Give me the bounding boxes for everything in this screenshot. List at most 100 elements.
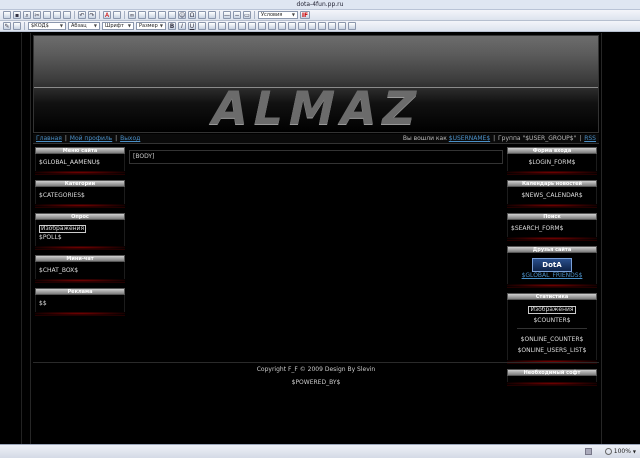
block-body: $LOGIN_FORM$ bbox=[507, 154, 597, 171]
block-title: Меню сайта bbox=[35, 147, 125, 154]
align-justify-icon[interactable] bbox=[298, 22, 306, 30]
separator: | bbox=[113, 135, 120, 142]
unordered-list-icon[interactable] bbox=[238, 22, 246, 30]
hide-icon[interactable] bbox=[328, 22, 336, 30]
chevron-down-icon: ▼ bbox=[632, 449, 636, 454]
nav-profile-link[interactable]: Мой профиль bbox=[70, 135, 112, 142]
font-select-label: Шрифт bbox=[105, 23, 124, 29]
chevron-down-icon: ▼ bbox=[93, 23, 97, 28]
link-icon[interactable]: ∞ bbox=[128, 11, 136, 19]
toolbar-separator bbox=[254, 11, 255, 19]
quote-icon[interactable] bbox=[308, 22, 316, 30]
friends-link[interactable]: $GLOBAL_FRIENDS$ bbox=[522, 272, 583, 279]
paragraph-select[interactable]: Абзац ▼ bbox=[68, 22, 100, 30]
main-content[interactable]: [BODY] bbox=[129, 150, 503, 164]
special-char-icon[interactable]: Ω bbox=[188, 11, 196, 19]
footer-divider bbox=[33, 362, 599, 363]
smiley-icon[interactable]: ☺ bbox=[178, 11, 186, 19]
italic-button[interactable]: I bbox=[178, 22, 186, 30]
condition-select[interactable]: Условия ▼ bbox=[258, 11, 298, 19]
dota-banner[interactable]: DotA bbox=[532, 258, 572, 272]
edit-icon[interactable] bbox=[198, 11, 206, 19]
zoom-icon[interactable]: ⌕ bbox=[23, 11, 31, 19]
chevron-down-icon: ▼ bbox=[59, 23, 63, 28]
indent-icon[interactable] bbox=[258, 22, 266, 30]
group-value: "$USER_GROUP$" bbox=[522, 135, 577, 142]
size-select[interactable]: Размер ▼ bbox=[136, 22, 166, 30]
ordered-list-icon[interactable] bbox=[228, 22, 236, 30]
cut-icon[interactable]: ✂ bbox=[33, 11, 41, 19]
nav-logout-link[interactable]: Выход bbox=[120, 135, 140, 142]
toolbar-separator bbox=[99, 11, 100, 19]
print-icon[interactable] bbox=[63, 11, 71, 19]
eraser-icon[interactable] bbox=[113, 11, 121, 19]
flash-icon[interactable] bbox=[158, 11, 166, 19]
block-categories: Категории $CATEGORIES$ bbox=[35, 180, 125, 208]
user-info: Вы вошли как $USERNAME$ | Группа "$USER_… bbox=[403, 134, 596, 144]
site-logo: ALMAZ bbox=[206, 81, 428, 133]
status-bar: 100% ▼ bbox=[0, 444, 640, 458]
block-title: Статистика bbox=[507, 293, 597, 300]
poll-var: $POLL$ bbox=[39, 234, 62, 241]
code-icon[interactable] bbox=[318, 22, 326, 30]
footer-copyright: Copyright F_F © 2009 Design By Slevin bbox=[256, 366, 376, 373]
spoiler-icon[interactable] bbox=[338, 22, 346, 30]
save-icon[interactable]: ▪ bbox=[13, 11, 21, 19]
bold-button[interactable]: B bbox=[168, 22, 176, 30]
redo-icon[interactable]: ↷ bbox=[88, 11, 96, 19]
username-link[interactable]: $USERNAME$ bbox=[449, 135, 490, 142]
rss-link[interactable]: RSS bbox=[584, 135, 596, 142]
block-ads: Реклама $$ bbox=[35, 288, 125, 316]
chevron-down-icon: ▼ bbox=[291, 12, 295, 17]
unlink-icon[interactable] bbox=[138, 11, 146, 19]
toolbar-formatting-1: ▪ ⌕ ✂ ↶ ↷ A ∞ ☺ Ω — − ▭ Условия ▼ IF bbox=[0, 10, 640, 21]
subscript-icon[interactable] bbox=[208, 22, 216, 30]
text-color-icon[interactable]: A bbox=[103, 11, 111, 19]
block-news-calendar: Календарь новостей $NEWS_CALENDAR$ bbox=[507, 180, 597, 208]
block-body: $GLOBAL_AAMENU$ bbox=[35, 154, 125, 171]
zoom-control[interactable]: 100% ▼ bbox=[604, 448, 636, 455]
chevron-down-icon: ▼ bbox=[159, 23, 163, 28]
block-body: $NEWS_CALENDAR$ bbox=[507, 187, 597, 204]
underline-button[interactable]: U bbox=[188, 22, 196, 30]
image-placeholder[interactable]: Изображения bbox=[528, 306, 576, 314]
copy-icon[interactable] bbox=[43, 11, 51, 19]
undo-icon[interactable]: ↶ bbox=[78, 11, 86, 19]
superscript-icon[interactable] bbox=[218, 22, 226, 30]
grid-icon[interactable] bbox=[208, 11, 216, 19]
format-painter-icon[interactable] bbox=[13, 22, 21, 30]
greeting-label: Вы вошли как bbox=[402, 135, 447, 142]
editor-canvas[interactable]: ALMAZ Главная | Мой профиль | Выход Вы в… bbox=[0, 33, 640, 444]
separator: | bbox=[579, 135, 584, 142]
zoom-level: 100% bbox=[613, 448, 631, 455]
minimize-icon[interactable]: − bbox=[233, 11, 241, 19]
paste-icon[interactable] bbox=[53, 11, 61, 19]
chevron-down-icon: ▼ bbox=[127, 23, 131, 28]
globe-icon bbox=[585, 448, 592, 455]
toolbar-formatting-2: ✎ $КОД$ ▼ Абзац ▼ Шрифт ▼ Размер ▼ B I U bbox=[0, 21, 640, 32]
font-select[interactable]: Шрифт ▼ bbox=[102, 22, 134, 30]
outdent-icon[interactable] bbox=[248, 22, 256, 30]
block-body: $CHAT_BOX$ bbox=[35, 262, 125, 279]
nav-home-link[interactable]: Главная bbox=[36, 135, 62, 142]
strikethrough-icon[interactable] bbox=[198, 22, 206, 30]
new-document-icon[interactable] bbox=[3, 11, 11, 19]
online-users-var: $ONLINE_USERS_LIST$ bbox=[517, 347, 587, 354]
align-right-icon[interactable] bbox=[288, 22, 296, 30]
image-icon[interactable] bbox=[148, 11, 156, 19]
maximize-icon[interactable]: ▭ bbox=[243, 11, 251, 19]
source-icon[interactable] bbox=[348, 22, 356, 30]
if-button[interactable]: IF bbox=[300, 11, 310, 19]
status-icons bbox=[585, 448, 592, 455]
paragraph-select-label: Абзац bbox=[71, 23, 87, 29]
user-bar: Главная | Мой профиль | Выход Вы вошли к… bbox=[33, 134, 599, 144]
size-select-label: Размер bbox=[139, 23, 158, 29]
toolbar-separator bbox=[24, 22, 25, 30]
table-icon[interactable] bbox=[168, 11, 176, 19]
align-left-icon[interactable] bbox=[268, 22, 276, 30]
image-placeholder[interactable]: Изображения bbox=[39, 225, 87, 233]
code-select[interactable]: $КОД$ ▼ bbox=[28, 22, 66, 30]
horizontal-rule-icon[interactable]: — bbox=[223, 11, 231, 19]
align-center-icon[interactable] bbox=[278, 22, 286, 30]
pencil-icon[interactable]: ✎ bbox=[3, 22, 11, 30]
